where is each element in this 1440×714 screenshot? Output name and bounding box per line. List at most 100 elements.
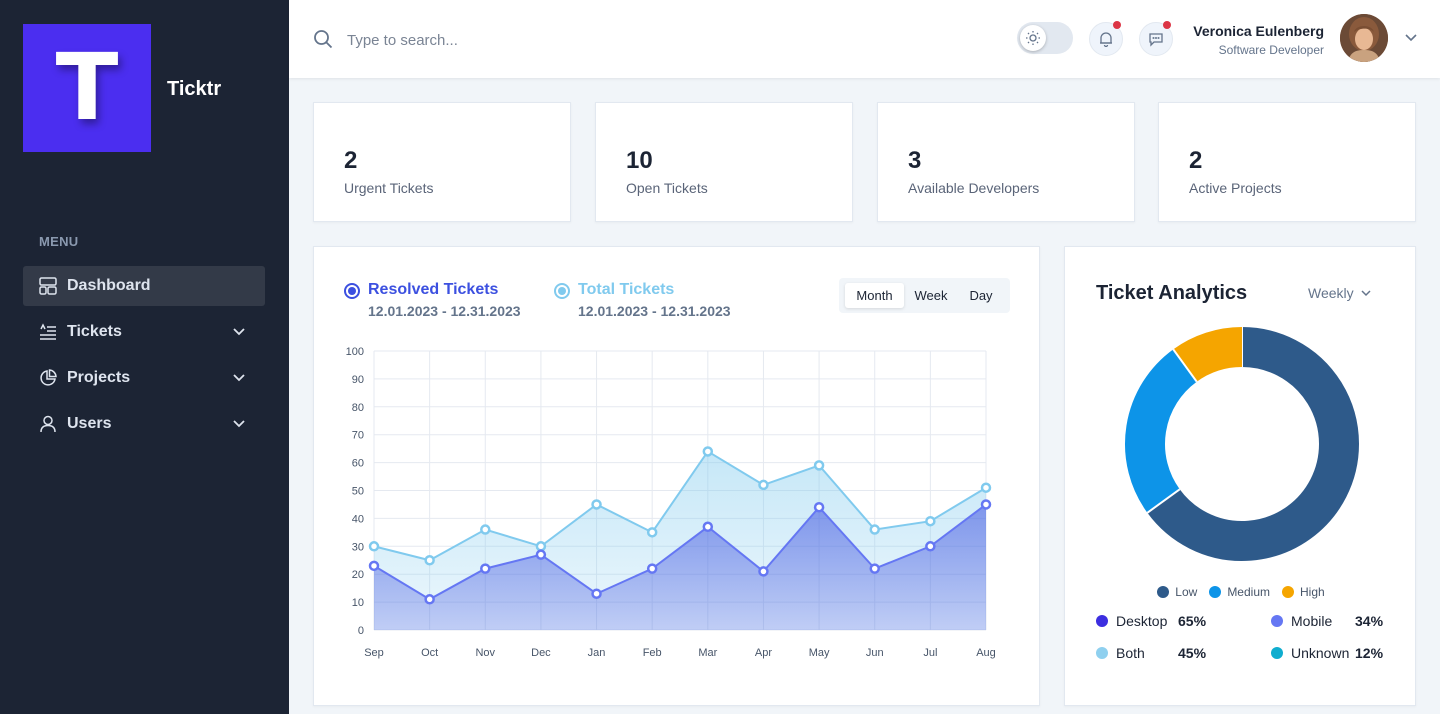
device-unknown: Unknown 12% [1271, 645, 1383, 661]
sidebar-item-projects[interactable]: Projects [23, 358, 265, 398]
dashboard-icon [39, 277, 57, 295]
stat-value: 2 [344, 147, 358, 174]
message-badge [1163, 21, 1171, 29]
data-point [480, 524, 491, 535]
stat-card-projects: 2 Active Projects [1158, 102, 1416, 222]
data-point [535, 541, 547, 552]
data-point [925, 515, 936, 527]
y-tick-label: 30 [352, 541, 364, 553]
data-point [925, 541, 936, 552]
y-tick-label: 80 [352, 402, 364, 414]
data-point [535, 549, 547, 560]
data-point [368, 541, 380, 552]
stat-value: 2 [1189, 147, 1203, 174]
top-header: Veronica Eulenberg Software Developer [289, 0, 1440, 78]
y-tick-label: 40 [352, 513, 364, 525]
data-point [813, 460, 825, 471]
chevron-down-icon[interactable] [1403, 30, 1419, 46]
donut-slice [1125, 349, 1198, 513]
data-point [702, 521, 714, 533]
x-tick-label: Apr [755, 647, 772, 659]
data-point [424, 594, 435, 605]
x-tick-label: Dec [531, 647, 551, 659]
data-point [646, 563, 658, 574]
data-point [591, 588, 602, 599]
data-point [869, 524, 880, 535]
chat-icon [1149, 33, 1163, 47]
search-icon[interactable] [313, 29, 333, 49]
stat-card-urgent: 2 Urgent Tickets [313, 102, 571, 222]
ticket-priority-donut [1125, 327, 1359, 561]
stat-value: 3 [908, 147, 922, 174]
stat-label: Urgent Tickets [344, 180, 434, 196]
y-tick-label: 20 [352, 569, 364, 581]
x-tick-label: Oct [421, 647, 438, 659]
data-point [980, 499, 992, 510]
avatar[interactable] [1340, 14, 1388, 62]
stat-value: 10 [626, 147, 653, 174]
data-point [424, 555, 435, 566]
stat-label: Active Projects [1189, 180, 1282, 196]
data-point [702, 446, 714, 457]
donut-slice [1173, 327, 1243, 383]
data-point [813, 501, 825, 513]
device-both: Both 45% [1096, 645, 1206, 661]
stat-card-open: 10 Open Tickets [595, 102, 853, 222]
donut-legend: Low Medium High [1065, 585, 1417, 599]
sidebar-item-label: Projects [67, 369, 131, 386]
chevron-down-icon [233, 374, 245, 382]
y-tick-label: 70 [352, 430, 364, 442]
tickets-area-chart: 0 10 20 30 40 50 60 70 80 90 100 Sep Oct Nov Dec Jan Feb… [346, 346, 996, 659]
stat-label: Available Developers [908, 180, 1040, 196]
sidebar-item-users[interactable]: Users [23, 404, 265, 444]
data-point [591, 499, 602, 510]
user-role: Software Developer [1218, 43, 1324, 57]
legend-low: Low [1157, 585, 1197, 599]
x-tick-label: Nov [475, 647, 495, 659]
user-name[interactable]: Veronica Eulenberg [1193, 23, 1324, 39]
sidebar-item-label: Dashboard [67, 277, 151, 294]
x-tick-label: Sep [364, 647, 384, 659]
users-icon [39, 415, 57, 433]
x-tick-label: Jun [866, 647, 884, 659]
y-tick-label: 50 [352, 486, 364, 498]
sidebar-item-label: Users [67, 415, 112, 432]
sidebar-item-label: Tickets [67, 323, 122, 340]
x-tick-label: Feb [643, 647, 662, 659]
chevron-down-icon [233, 420, 245, 428]
x-tick-label: Jan [588, 647, 606, 659]
legend-high: High [1282, 585, 1325, 599]
ticket-analytics-card: Ticket Analytics Weekly Low Medium High … [1064, 246, 1416, 706]
tickets-icon [39, 323, 57, 341]
y-tick-label: 60 [352, 458, 364, 470]
notification-badge [1113, 21, 1121, 29]
data-point [646, 527, 658, 538]
logo-letter: T [55, 34, 119, 141]
device-mobile: Mobile 34% [1271, 613, 1383, 629]
x-tick-label: Mar [698, 647, 717, 659]
y-tick-label: 10 [352, 597, 364, 609]
app-logo[interactable]: T [23, 24, 151, 152]
brand-name: Ticktr [167, 78, 222, 100]
messages-button[interactable] [1139, 21, 1173, 56]
y-tick-label: 90 [352, 374, 364, 386]
y-tick-label: 100 [346, 346, 364, 358]
y-tick-label: 0 [358, 625, 364, 637]
data-point [758, 566, 769, 577]
stat-label: Open Tickets [626, 180, 708, 196]
search-input[interactable] [347, 26, 647, 54]
x-tick-label: May [809, 647, 830, 659]
sun-icon [1020, 25, 1046, 51]
legend-medium: Medium [1209, 585, 1270, 599]
sidebar: T Ticktr MENU Dashboard Tickets Projects… [0, 0, 289, 714]
sidebar-item-tickets[interactable]: Tickets [23, 312, 265, 352]
stat-card-developers: 3 Available Developers [877, 102, 1135, 222]
device-desktop: Desktop 65% [1096, 613, 1206, 629]
dark-mode-toggle[interactable] [1017, 22, 1073, 54]
menu-heading: MENU [39, 234, 79, 249]
tickets-chart-card: Resolved Tickets 12.01.2023 - 12.31.2023… [313, 246, 1040, 706]
data-point [368, 560, 380, 572]
sidebar-item-dashboard[interactable]: Dashboard [23, 266, 265, 306]
notifications-button[interactable] [1089, 21, 1123, 56]
chevron-down-icon [233, 328, 245, 336]
